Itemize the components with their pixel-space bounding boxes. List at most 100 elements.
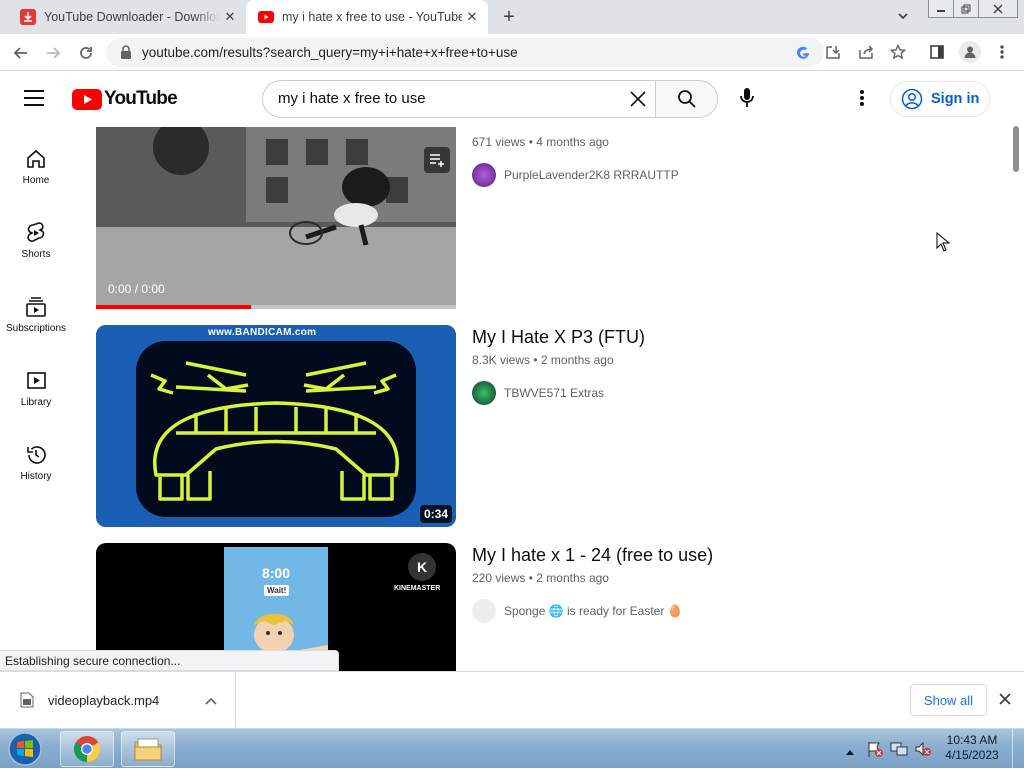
- network-icon[interactable]: [890, 740, 908, 758]
- youtube-logo[interactable]: YouTube: [72, 87, 178, 111]
- youtube-search-input[interactable]: [278, 90, 598, 107]
- show-desktop-button[interactable]: [1012, 729, 1024, 769]
- new-tab-button[interactable]: +: [498, 7, 520, 29]
- guide-item-history[interactable]: History: [0, 423, 72, 493]
- guide-label: Home: [22, 175, 50, 186]
- address-bar[interactable]: youtube.com/results?search_query=my+i+ha…: [106, 38, 824, 67]
- download-shelf: videoplayback.mp4 Show all: [0, 671, 1024, 728]
- bandicam-watermark: www.BANDICAM.com: [208, 327, 317, 338]
- youtube-logo-icon: [72, 88, 102, 110]
- thumb-clock: 8:00: [261, 565, 291, 581]
- youtube-masthead: YouTube Sign in: [0, 71, 1024, 127]
- upload-age: 2 months ago: [536, 571, 609, 585]
- mouse-cursor-icon: [936, 231, 951, 252]
- settings-more-icon[interactable]: [854, 89, 870, 109]
- guide-item-library[interactable]: Library: [0, 349, 72, 419]
- show-hidden-icons-icon[interactable]: [845, 743, 855, 755]
- minimize-window-button[interactable]: [928, 0, 954, 18]
- sign-in-button[interactable]: Sign in: [890, 81, 990, 117]
- tab-title: my i hate x free to use - YouTube: [282, 10, 462, 24]
- lock-icon[interactable]: [120, 45, 132, 64]
- library-icon: [24, 369, 48, 393]
- youtube-search-box[interactable]: [262, 80, 656, 118]
- start-button[interactable]: [4, 730, 46, 768]
- guide-item-subscriptions[interactable]: Subscriptions: [0, 275, 72, 345]
- browser-toolbar: youtube.com/results?search_query=my+i+ha…: [0, 34, 1024, 71]
- view-count: 671 views: [472, 135, 526, 149]
- view-count: 220 views: [472, 571, 526, 585]
- upload-age: 4 months ago: [536, 135, 609, 149]
- player-time: 0:00 / 0:00: [108, 282, 165, 296]
- youtube-search-button[interactable]: [655, 80, 718, 118]
- video-meta: 220 views • 2 months ago: [472, 571, 609, 585]
- close-window-button[interactable]: [978, 0, 1018, 18]
- download-options-chevron-icon[interactable]: [204, 694, 218, 706]
- channel-avatar: [472, 381, 496, 405]
- sign-in-label: Sign in: [931, 91, 980, 107]
- scrollbar-thumb[interactable]: [1013, 126, 1019, 172]
- video-title[interactable]: My I Hate X P3 (FTU): [472, 327, 645, 348]
- back-arrow-icon[interactable]: [8, 40, 34, 66]
- download-favicon-icon: [20, 9, 36, 25]
- share-icon[interactable]: [857, 43, 875, 61]
- action-center-flag-icon[interactable]: [866, 740, 884, 758]
- tab-youtube-downloader[interactable]: YouTube Downloader - Download Video ✕: [8, 0, 246, 34]
- windows-logo-icon: [8, 732, 42, 766]
- channel-link[interactable]: TBWVE571 Extras: [472, 381, 604, 405]
- channel-name: PurpleLavender2K8 RRRAUTTP: [504, 168, 679, 182]
- history-icon: [24, 443, 48, 467]
- subscriptions-icon: [24, 295, 48, 319]
- upload-age: 2 months ago: [540, 353, 614, 367]
- video-thumbnail[interactable]: www.BANDICAM.com 0:34: [96, 325, 456, 527]
- tab-youtube-results[interactable]: my i hate x free to use - YouTube ✕: [246, 0, 488, 34]
- channel-avatar: [472, 599, 496, 623]
- taskbar-chrome-button[interactable]: [60, 731, 114, 767]
- hamburger-menu-icon[interactable]: [24, 88, 46, 108]
- voice-search-microphone-icon[interactable]: [736, 87, 758, 111]
- clear-search-icon[interactable]: [629, 90, 647, 108]
- shorts-icon: [24, 221, 48, 245]
- chrome-logo-icon: [73, 736, 101, 763]
- video-meta: 8.3K views • 2 months ago: [472, 353, 614, 367]
- video-thumbnail[interactable]: 0:00 / 0:00: [96, 127, 456, 309]
- side-panel-icon[interactable]: [928, 43, 946, 61]
- chrome-menu-icon[interactable]: [993, 43, 1011, 61]
- restore-window-button[interactable]: [953, 0, 979, 18]
- install-app-icon[interactable]: [824, 43, 842, 61]
- player-progress-track[interactable]: [96, 305, 456, 309]
- tab-search-chevron-icon[interactable]: [896, 9, 912, 25]
- clock-time: 10:43 AM: [946, 733, 998, 747]
- channel-name: TBWVE571 Extras: [504, 386, 605, 400]
- close-shelf-icon[interactable]: [998, 692, 1014, 708]
- video-title[interactable]: My I hate x 1 - 24 (free to use): [472, 545, 713, 566]
- channel-link[interactable]: Sponge 🌐 is ready for Easter 🥚: [472, 599, 683, 623]
- windows-taskbar: 10:43 AM 4/15/2023: [0, 728, 1024, 769]
- kinemaster-logo-icon: K: [408, 553, 436, 581]
- url-text[interactable]: youtube.com/results?search_query=my+i+ha…: [142, 45, 518, 60]
- search-icon: [677, 90, 696, 108]
- taskbar-explorer-button[interactable]: [121, 731, 175, 767]
- duration-badge: 0:34: [419, 505, 452, 523]
- show-all-downloads-button[interactable]: Show all: [910, 684, 987, 716]
- reload-icon[interactable]: [73, 40, 99, 66]
- google-lens-icon[interactable]: [794, 44, 812, 62]
- guide-item-shorts[interactable]: Shorts: [0, 201, 72, 271]
- add-to-queue-icon[interactable]: [424, 147, 450, 173]
- video-meta: 671 views • 4 months ago: [472, 135, 609, 149]
- download-item[interactable]: videoplayback.mp4: [0, 672, 236, 728]
- angry-face-thumbnail-image: [96, 325, 456, 527]
- volume-muted-icon[interactable]: [914, 740, 932, 758]
- bookmark-star-icon[interactable]: [889, 43, 907, 61]
- page-scrollbar[interactable]: [1012, 127, 1024, 671]
- guide-label: Shorts: [21, 249, 51, 260]
- tab-close-icon[interactable]: ✕: [462, 7, 482, 27]
- profile-avatar-icon[interactable]: [959, 41, 981, 63]
- channel-link[interactable]: PurpleLavender2K8 RRRAUTTP: [472, 163, 679, 187]
- guide-label: Library: [20, 397, 52, 408]
- system-clock[interactable]: 10:43 AM 4/15/2023: [936, 733, 1008, 763]
- meta-dot: •: [528, 135, 533, 149]
- kinemaster-brand: KINEMASTER: [394, 585, 441, 592]
- guide-item-home[interactable]: Home: [0, 127, 72, 197]
- forward-arrow-icon[interactable]: [40, 40, 66, 66]
- tab-close-icon[interactable]: ✕: [220, 7, 240, 27]
